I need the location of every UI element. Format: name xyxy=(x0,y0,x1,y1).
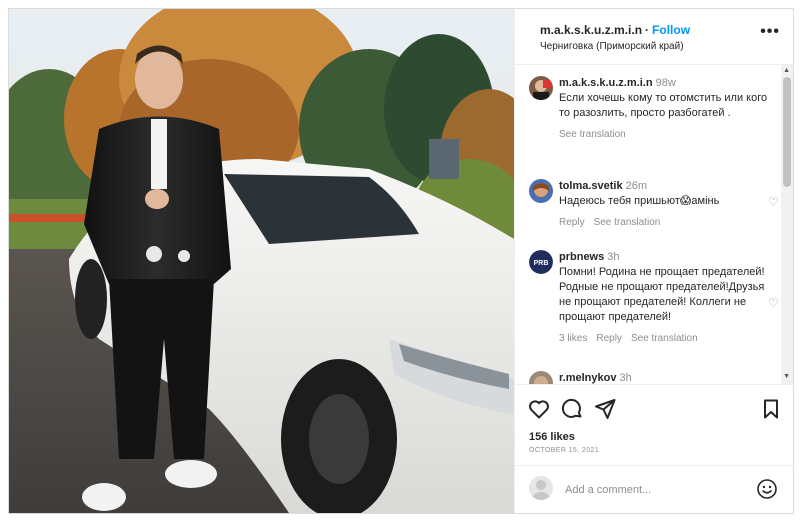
post-actions: 156 likes OCTOBER 15, 2021 xyxy=(515,384,794,454)
comment-time: 26m xyxy=(625,180,648,192)
comment-author[interactable]: tolma.svetik xyxy=(559,180,623,192)
see-translation-link[interactable]: See translation xyxy=(559,129,626,140)
comment-text: Надеюсь тебя пришьют😱амінь xyxy=(559,195,720,207)
comment-meta: See translation xyxy=(559,127,769,142)
comment-icon[interactable] xyxy=(560,397,584,421)
comment-time: 3h xyxy=(607,251,620,263)
comment-author[interactable]: r.melnykov xyxy=(559,372,616,384)
avatar[interactable]: PRB xyxy=(529,250,553,274)
emoji-icon[interactable] xyxy=(756,478,778,500)
current-user-avatar xyxy=(529,476,553,500)
heart-icon[interactable] xyxy=(527,397,551,421)
comment-item: r.melnykov 3h xyxy=(529,371,769,384)
post-date: OCTOBER 15, 2021 xyxy=(529,447,600,454)
comment-text: Помни! Родина не прощает предателей! Род… xyxy=(559,266,765,323)
avatar[interactable] xyxy=(529,371,553,384)
follow-button[interactable]: Follow xyxy=(652,23,690,37)
see-translation-link[interactable]: See translation xyxy=(631,333,698,344)
avatar[interactable] xyxy=(529,179,553,203)
comment-time: 98w xyxy=(655,77,676,89)
post-dialog: m.a.k.s.k.u.z.m.i.n · Follow Черниговка (П… xyxy=(8,8,794,514)
comment-like-heart-icon[interactable]: ♡ xyxy=(768,296,779,310)
avatar[interactable] xyxy=(529,76,553,100)
reply-button[interactable]: Reply xyxy=(559,217,585,228)
scrollbar-thumb[interactable] xyxy=(783,77,791,187)
scroll-up-icon[interactable]: ▲ xyxy=(783,67,790,74)
comment-author[interactable]: prbnews xyxy=(559,251,604,263)
comment-meta: 3 likes Reply See translation xyxy=(559,331,769,346)
likes-count[interactable]: 156 likes xyxy=(529,431,575,443)
post-location[interactable]: Черниговка (Приморский край) xyxy=(540,41,684,52)
comment-author[interactable]: m.a.k.s.k.u.z.m.i.n xyxy=(559,77,653,89)
more-icon[interactable]: ••• xyxy=(760,23,780,41)
bookmark-icon[interactable] xyxy=(759,397,783,421)
comments-list[interactable]: m.a.k.s.k.u.z.m.i.n 98w Если хочешь кому… xyxy=(515,65,794,384)
reply-button[interactable]: Reply xyxy=(596,333,622,344)
add-comment-input[interactable] xyxy=(563,478,747,502)
see-translation-link[interactable]: See translation xyxy=(594,217,661,228)
post-side-panel: m.a.k.s.k.u.z.m.i.n · Follow Черниговка (П… xyxy=(514,9,794,513)
comment-likes-count[interactable]: 3 likes xyxy=(559,333,587,344)
comment-meta: Reply See translation xyxy=(559,215,769,230)
post-header: m.a.k.s.k.u.z.m.i.n · Follow Черниговка (П… xyxy=(515,9,794,65)
photo-illustration xyxy=(9,9,514,513)
post-photo[interactable] xyxy=(9,9,514,513)
comment-item: tolma.svetik 26m Надеюсь тебя пришьют😱ам… xyxy=(529,179,779,239)
comment-like-heart-icon[interactable]: ♡ xyxy=(768,195,779,209)
add-comment-bar xyxy=(515,465,794,513)
svg-text:PRB: PRB xyxy=(534,260,549,267)
header-separator: · xyxy=(645,23,650,37)
header-user-line: m.a.k.s.k.u.z.m.i.n · Follow xyxy=(540,23,690,37)
caption-comment: m.a.k.s.k.u.z.m.i.n 98w Если хочешь кому… xyxy=(529,76,769,156)
comment-item: PRB prbnews 3h Помни! Родина не прощает … xyxy=(529,250,779,365)
header-username[interactable]: m.a.k.s.k.u.z.m.i.n xyxy=(540,23,642,37)
comment-text: Если хочешь кому то отомстить или кого т… xyxy=(559,92,768,119)
scroll-down-icon[interactable]: ▼ xyxy=(783,373,790,380)
send-icon[interactable] xyxy=(593,397,617,421)
comment-time: 3h xyxy=(619,372,632,384)
